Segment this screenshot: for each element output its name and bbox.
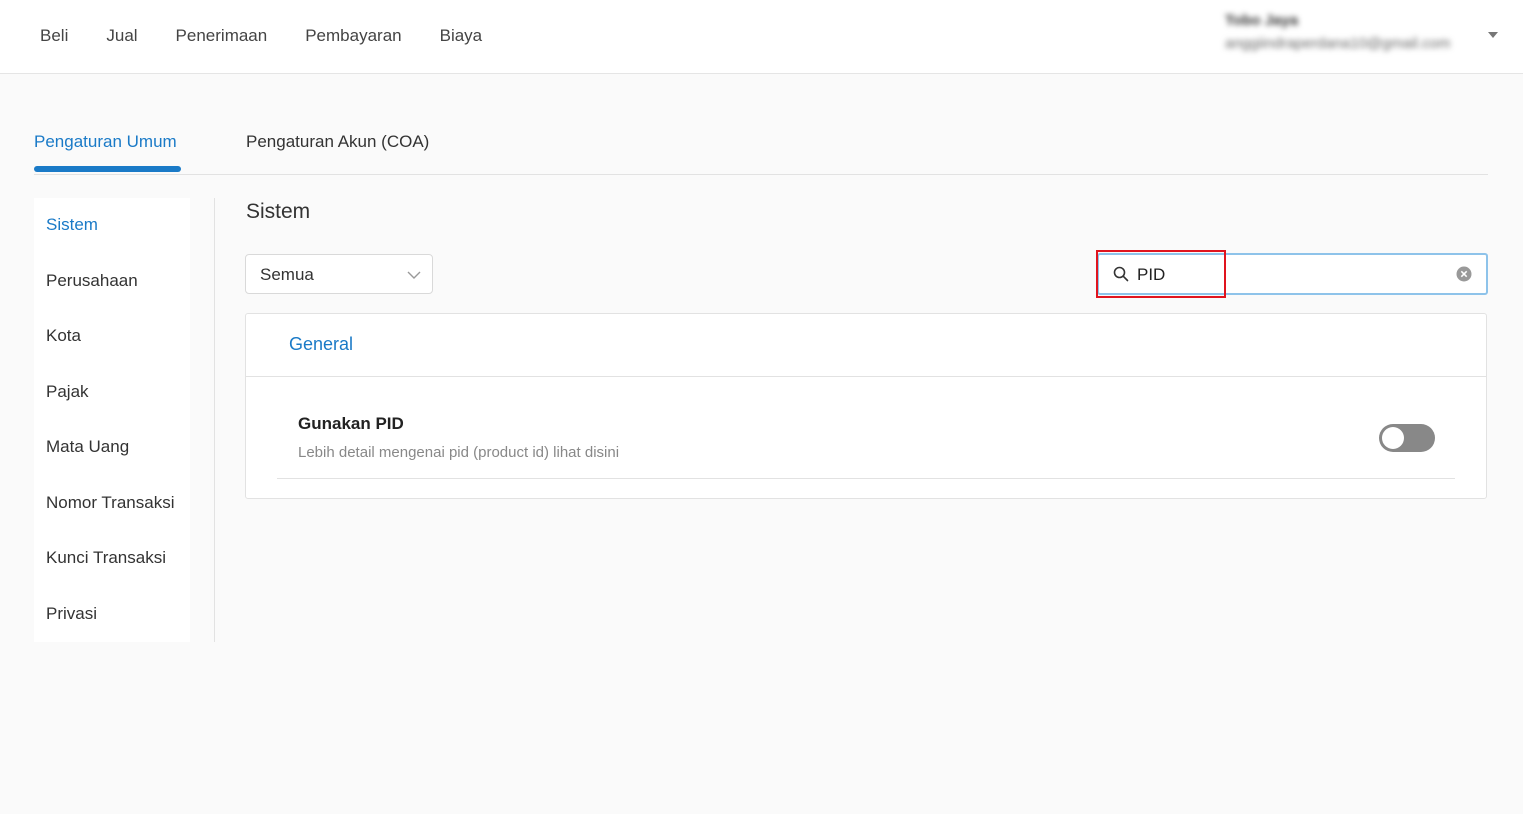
- sidebar-item-privasi[interactable]: Privasi: [46, 604, 97, 624]
- settings-card: General Gunakan PID Lebih detail mengena…: [245, 313, 1487, 499]
- sidebar-item-perusahaan[interactable]: Perusahaan: [46, 271, 138, 291]
- user-name: Tobo Jaya: [1225, 12, 1299, 29]
- tab-pengaturan-umum[interactable]: Pengaturan Umum: [34, 132, 177, 152]
- active-tab-indicator: [34, 166, 181, 172]
- nav-item-pembayaran[interactable]: Pembayaran: [305, 26, 401, 46]
- search-icon: [1113, 266, 1129, 287]
- settings-sidebar: Sistem Perusahaan Kota Pajak Mata Uang N…: [34, 198, 190, 642]
- user-email: anggiindraperdana10@gmail.com: [1225, 35, 1451, 52]
- card-header: General: [246, 314, 1486, 377]
- nav-item-penerimaan[interactable]: Penerimaan: [176, 26, 268, 46]
- use-pid-toggle[interactable]: [1379, 424, 1435, 452]
- sidebar-item-kota[interactable]: Kota: [46, 326, 81, 346]
- setting-divider: [277, 478, 1455, 479]
- sidebar-item-mata-uang[interactable]: Mata Uang: [46, 437, 129, 457]
- toggle-knob: [1382, 427, 1404, 449]
- setting-name: Gunakan PID: [298, 414, 404, 433]
- sidebar-item-kunci-transaksi[interactable]: Kunci Transaksi: [46, 548, 166, 568]
- top-bar: Beli Jual Penerimaan Pembayaran Biaya To…: [0, 0, 1523, 74]
- filter-selected-value: Semua: [260, 265, 314, 284]
- sidebar-item-pajak[interactable]: Pajak: [46, 382, 89, 402]
- category-filter-select[interactable]: Semua: [245, 254, 433, 294]
- sidebar-item-sistem[interactable]: Sistem: [46, 215, 98, 235]
- caret-down-icon[interactable]: [1488, 32, 1498, 38]
- user-menu[interactable]: Tobo Jaya anggiindraperdana10@gmail.com: [1225, 12, 1495, 62]
- setting-description: Lebih detail mengenai pid (product id) l…: [298, 444, 620, 461]
- search-box: [1097, 253, 1488, 295]
- clear-icon[interactable]: [1456, 266, 1472, 287]
- nav-item-jual[interactable]: Jual: [106, 26, 137, 46]
- sidebar-item-nomor-transaksi[interactable]: Nomor Transaksi: [46, 493, 174, 513]
- card-title: General: [289, 334, 354, 354]
- nav-item-biaya[interactable]: Biaya: [440, 26, 483, 46]
- search-input[interactable]: [1137, 263, 1437, 287]
- chevron-down-icon: [406, 267, 422, 288]
- page-title: Sistem: [246, 200, 311, 223]
- top-nav: Beli Jual Penerimaan Pembayaran Biaya: [40, 0, 520, 72]
- nav-item-beli[interactable]: Beli: [40, 26, 68, 46]
- sidebar-divider: [214, 198, 215, 642]
- settings-tabs: Pengaturan Umum Pengaturan Akun (COA): [34, 122, 1488, 175]
- tab-pengaturan-akun-coa[interactable]: Pengaturan Akun (COA): [246, 132, 429, 152]
